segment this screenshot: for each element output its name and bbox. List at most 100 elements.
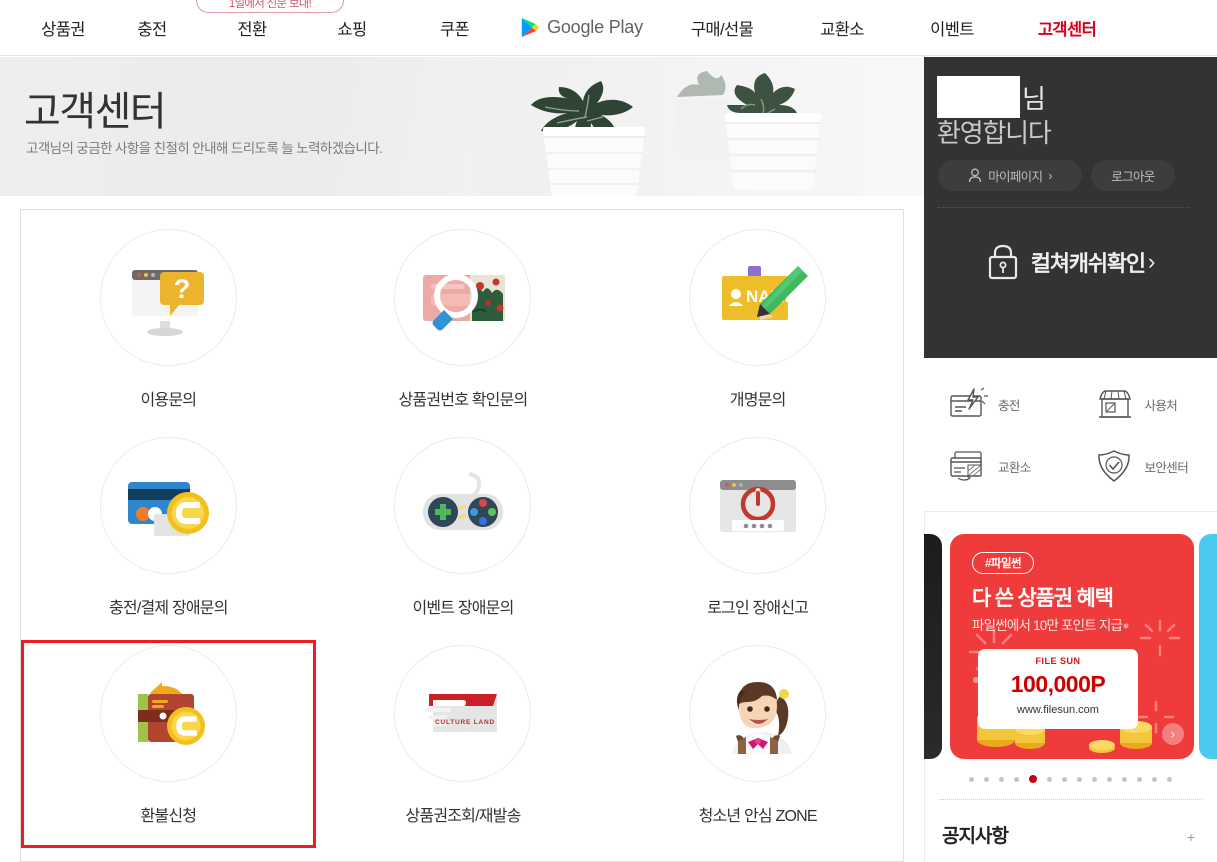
chevron-right-icon: › — [1147, 249, 1156, 274]
menu-icon-circle: CULTURE LAND — [394, 645, 532, 782]
nav-item-convert[interactable]: 전환 — [202, 16, 302, 40]
carousel-dot[interactable] — [969, 776, 974, 782]
menu-icon-circle — [689, 645, 827, 782]
menu-item-voucher-lookup-resend[interactable]: CULTURE LAND 상품권조회/재발송 — [316, 640, 611, 848]
svg-text:?: ? — [174, 274, 191, 304]
shield-check-icon — [1097, 450, 1130, 482]
quick-menu-exchange[interactable]: 교환소 — [924, 435, 1071, 497]
user-name-redaction — [937, 76, 1020, 118]
carousel-dot[interactable] — [1137, 776, 1142, 782]
logout-label: 로그아웃 — [1111, 170, 1155, 184]
culture-land-voucher-icon: CULTURE LAND — [424, 693, 497, 732]
nav-item-giftcard[interactable]: 상품권 — [24, 16, 102, 40]
promo-badge[interactable]: 1일에서 신문 보내! — [196, 0, 344, 13]
quick-menu-stores[interactable]: 사용처 — [1071, 373, 1217, 435]
student-girl-icon — [731, 681, 792, 754]
voucher-magnifier-icon — [423, 273, 506, 330]
carousel-dot[interactable] — [1077, 776, 1082, 782]
welcome-text: 환영합니다 — [937, 118, 1052, 148]
nav-item-event[interactable]: 이벤트 — [897, 16, 1007, 40]
promo-badge-label: 1일에서 신문 보내! — [228, 0, 312, 10]
menu-item-youth-safe-zone[interactable]: 청소년 안심 ZONE — [610, 640, 905, 848]
gamepad-icon — [422, 471, 503, 530]
menu-item-label: 이벤트 장애문의 — [412, 600, 514, 617]
carousel-dot[interactable] — [1122, 776, 1127, 782]
mypage-button[interactable]: 마이페이지 › — [938, 160, 1082, 191]
nav-item-google-play-label: Google Play — [547, 17, 643, 37]
store-icon — [1098, 390, 1131, 418]
menu-item-label: 개명문의 — [729, 392, 786, 409]
succulent-plants-image — [479, 57, 924, 196]
hero-banner: 고객센터 고객님의 궁금한 사항을 친절히 안내해 드리도록 늘 노력하겠습니다… — [0, 57, 924, 196]
menu-item-label: 환불신청 — [140, 808, 197, 825]
menu-item-label: 상품권번호 확인문의 — [398, 392, 529, 409]
promo-banner-slide[interactable]: #파일썬 다 쓴 상품권 혜택 파일썬에서 10만 포인트 지급 FILE SU… — [950, 534, 1194, 759]
banner-ticket: FILE SUN 100,000P www.filesun.com — [978, 649, 1138, 729]
menu-icon-circle: ? — [99, 229, 237, 366]
menu-item-voucher-number-inquiry[interactable]: 상품권번호 확인문의 — [316, 224, 611, 432]
nav-item-customer-center[interactable]: 고객센터 — [1007, 16, 1127, 40]
carousel-dot[interactable] — [1092, 776, 1097, 782]
name-card-pencil-icon: NAME — [721, 265, 808, 320]
quick-menu-label: 보안센터 — [1144, 460, 1189, 475]
carousel-dot[interactable] — [1062, 776, 1067, 782]
culture-cash-label: 컬쳐캐쉬확인 — [1030, 251, 1146, 276]
carousel-dot[interactable] — [1167, 776, 1172, 782]
menu-item-event-issue-inquiry[interactable]: 이벤트 장애문의 — [316, 432, 611, 640]
menu-icon-circle: NAME — [689, 229, 827, 366]
banner-ticket-url: www.filesun.com — [1017, 704, 1099, 716]
carousel-prev-slide[interactable] — [924, 534, 942, 759]
banner-headline: 다 쓴 상품권 혜택 — [972, 587, 1114, 610]
nav-item-purchase-gift[interactable]: 구매/선물 — [657, 16, 787, 40]
culture-cash-check-button[interactable]: 컬쳐캐쉬확인 › — [924, 242, 1217, 282]
carousel-dots — [924, 775, 1217, 783]
quick-menu-panel: 충전 사용처 교환소 보안센터 — [924, 359, 1217, 512]
chevron-right-icon: › — [1048, 168, 1052, 183]
menu-icon-circle — [99, 437, 237, 574]
monitor-question-icon: ? — [132, 269, 205, 336]
quick-menu-charge[interactable]: 충전 — [924, 373, 1071, 435]
menu-item-login-issue-report[interactable]: 로그인 장애신고 — [610, 432, 905, 640]
carousel-dot[interactable] — [984, 776, 989, 782]
menu-item-usage-inquiry[interactable]: ? 이용문의 — [21, 224, 316, 432]
page-root: 상품권 충전 전환 쇼핑 쿠폰 Google Play 구매/선물 교환소 이벤… — [0, 0, 1217, 862]
page-title: 고객센터 — [24, 90, 167, 134]
menu-item-label: 청소년 안심 ZONE — [698, 808, 818, 825]
banner-subline: 파일썬에서 10만 포인트 지급 — [972, 618, 1123, 633]
wallet-refund-icon — [138, 681, 206, 745]
carousel-dot[interactable] — [1014, 776, 1019, 782]
menu-icon-circle — [689, 437, 827, 574]
promo-carousel: #파일썬 다 쓴 상품권 혜택 파일썬에서 10만 포인트 지급 FILE SU… — [924, 522, 1217, 772]
menu-item-refund-request[interactable]: 환불신청 — [21, 640, 316, 848]
quick-menu-security[interactable]: 보안센터 — [1071, 435, 1217, 497]
menu-icon-circle — [394, 437, 532, 574]
browser-power-icon — [719, 479, 796, 532]
notice-divider — [940, 799, 1202, 800]
right-sidebar: 님 환영합니다 마이페이지 › 로그아웃 컬쳐캐쉬확인 › 충전 사용처 교환소… — [924, 57, 1217, 862]
carousel-dot[interactable] — [1152, 776, 1157, 782]
nav-item-shopping[interactable]: 쇼핑 — [302, 16, 402, 40]
service-menu-card: ? 이용문의 상품권번호 확인문의 개명문의 충전/결제 장애문의 이벤트 장애… — [20, 209, 904, 862]
carousel-dot[interactable] — [999, 776, 1004, 782]
notice-section-title: 공지사항 — [942, 826, 1009, 847]
nav-item-exchange[interactable]: 교환소 — [787, 16, 897, 40]
carousel-next-button[interactable]: › — [1162, 723, 1184, 745]
nav-item-google-play[interactable]: Google Play — [507, 17, 657, 38]
menu-item-name-change-inquiry[interactable]: NAME 개명문의 — [610, 224, 905, 432]
svg-text:CULTURE LAND: CULTURE LAND — [435, 719, 495, 726]
carousel-dot[interactable] — [1029, 775, 1037, 783]
nav-item-coupon[interactable]: 쿠폰 — [402, 16, 507, 40]
menu-item-label: 이용문의 — [140, 392, 197, 409]
menu-item-label: 로그인 장애신고 — [707, 600, 809, 617]
page-subtitle: 고객님의 궁금한 사항을 친절히 안내해 드리도록 늘 노력하겠습니다. — [26, 141, 383, 156]
banner-ticket-amount: 100,000P — [1010, 671, 1106, 697]
notice-more-button[interactable]: + — [1187, 829, 1195, 845]
carousel-next-slide[interactable] — [1199, 534, 1217, 759]
nav-item-charge[interactable]: 충전 — [102, 16, 202, 40]
carousel-dot[interactable] — [1107, 776, 1112, 782]
logout-button[interactable]: 로그아웃 — [1091, 160, 1175, 191]
carousel-dot[interactable] — [1047, 776, 1052, 782]
lock-icon — [988, 244, 1017, 280]
menu-item-payment-issue-inquiry[interactable]: 충전/결제 장애문의 — [21, 432, 316, 640]
card-exchange-icon — [950, 451, 982, 481]
